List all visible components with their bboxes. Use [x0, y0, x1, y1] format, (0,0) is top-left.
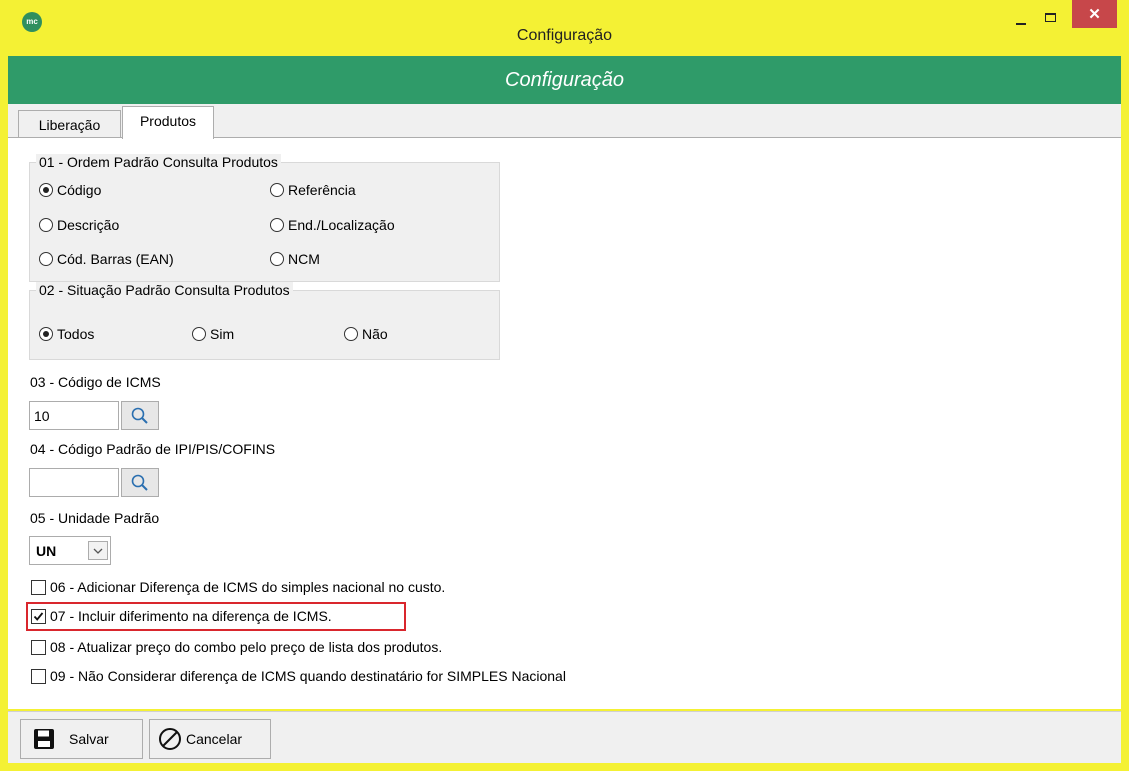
- ipi-search-button[interactable]: [121, 468, 159, 497]
- checkbox-07[interactable]: 07 - Incluir diferimento na diferença de…: [31, 608, 332, 624]
- radio-indicator: [39, 327, 53, 341]
- radio-indicator: [192, 327, 206, 341]
- header-banner: Configuração: [8, 56, 1121, 104]
- checkmark-icon: [33, 611, 44, 621]
- cancel-button[interactable]: Cancelar: [149, 719, 271, 759]
- checkbox-indicator: [31, 668, 46, 684]
- radio-codigo[interactable]: Código: [39, 182, 101, 198]
- radio-sim[interactable]: Sim: [192, 326, 234, 342]
- radio-indicator: [39, 183, 53, 197]
- radio-referencia[interactable]: Referência: [270, 182, 356, 198]
- title-bar: mc Configuração ✕: [0, 0, 1129, 50]
- checkbox-label: 09 - Não Considerar diferença de ICMS qu…: [50, 668, 566, 684]
- radio-label: NCM: [288, 251, 320, 267]
- radio-label: Não: [362, 326, 388, 342]
- icms-search-button[interactable]: [121, 401, 159, 430]
- close-button[interactable]: ✕: [1072, 0, 1117, 28]
- search-icon: [131, 407, 148, 424]
- cancel-label: Cancelar: [186, 731, 243, 747]
- radio-label: Referência: [288, 182, 356, 198]
- radio-end-localizacao[interactable]: End./Localização: [270, 217, 395, 233]
- radio-indicator: [39, 252, 53, 266]
- status-groupbox: 02 - Situação Padrão Consulta Produtos T…: [29, 282, 500, 360]
- radio-label: Código: [57, 182, 102, 198]
- save-label: Salvar: [69, 731, 109, 747]
- tab-panel-produtos: 01 - Ordem Padrão Consulta Produtos Códi…: [8, 137, 1121, 709]
- order-group-legend: 01 - Ordem Padrão Consulta Produtos: [36, 154, 281, 170]
- radio-indicator: [270, 218, 284, 232]
- app-window: mc Configuração ✕ Configuração Liberação…: [0, 0, 1129, 771]
- close-icon: ✕: [1088, 6, 1101, 23]
- icms-label: 03 - Código de ICMS: [30, 374, 161, 390]
- footer-toolbar: Salvar Cancelar: [8, 711, 1121, 763]
- radio-ncm[interactable]: NCM: [270, 251, 320, 267]
- checkbox-label: 08 - Atualizar preço do combo pelo preço…: [50, 639, 443, 655]
- radio-indicator: [270, 183, 284, 197]
- order-groupbox: 01 - Ordem Padrão Consulta Produtos Códi…: [29, 154, 500, 282]
- maximize-button[interactable]: [1037, 2, 1063, 32]
- radio-label: End./Localização: [288, 217, 395, 233]
- radio-nao[interactable]: Não: [344, 326, 388, 342]
- checkbox-09[interactable]: 09 - Não Considerar diferença de ICMS qu…: [31, 668, 566, 684]
- unidade-value: UN: [36, 543, 57, 559]
- checkbox-08[interactable]: 08 - Atualizar preço do combo pelo preço…: [31, 639, 442, 655]
- unidade-label: 05 - Unidade Padrão: [30, 510, 160, 526]
- radio-cod-barras[interactable]: Cód. Barras (EAN): [39, 251, 174, 267]
- chevron-down-icon[interactable]: [88, 541, 108, 560]
- radio-indicator: [344, 327, 358, 341]
- search-icon: [131, 474, 148, 491]
- checkbox-indicator: [31, 579, 46, 595]
- tab-produtos[interactable]: Produtos: [122, 106, 214, 139]
- ipi-code-input[interactable]: [29, 468, 119, 497]
- tab-liberacao[interactable]: Liberação: [18, 110, 121, 138]
- icms-code-input[interactable]: [29, 401, 119, 430]
- radio-label: Cód. Barras (EAN): [57, 251, 174, 267]
- tab-bar: Liberação Produtos: [8, 104, 1121, 139]
- radio-label: Descrição: [57, 217, 120, 233]
- maximize-icon: [1044, 12, 1056, 22]
- radio-indicator: [270, 252, 284, 266]
- checkbox-indicator: [31, 608, 46, 624]
- checkbox-indicator: [31, 639, 46, 655]
- checkbox-label: 07 - Incluir diferimento na diferença de…: [50, 608, 332, 624]
- unidade-select[interactable]: UN: [29, 536, 111, 565]
- window-title: Configuração: [516, 27, 613, 44]
- radio-todos[interactable]: Todos: [39, 326, 94, 342]
- radio-label: Todos: [57, 326, 95, 342]
- minimize-button[interactable]: [1007, 4, 1035, 34]
- minimize-icon: [1016, 23, 1026, 25]
- checkbox-label: 06 - Adicionar Diferença de ICMS do simp…: [50, 579, 446, 595]
- floppy-disk-icon: [34, 729, 54, 749]
- radio-label: Sim: [210, 326, 235, 342]
- status-group-legend: 02 - Situação Padrão Consulta Produtos: [36, 282, 293, 298]
- radio-indicator: [39, 218, 53, 232]
- cancel-icon: [159, 728, 181, 750]
- save-button[interactable]: Salvar: [20, 719, 143, 759]
- checkbox-06[interactable]: 06 - Adicionar Diferença de ICMS do simp…: [31, 579, 445, 595]
- ipi-label: 04 - Código Padrão de IPI/PIS/COFINS: [30, 441, 276, 457]
- radio-descricao[interactable]: Descrição: [39, 217, 119, 233]
